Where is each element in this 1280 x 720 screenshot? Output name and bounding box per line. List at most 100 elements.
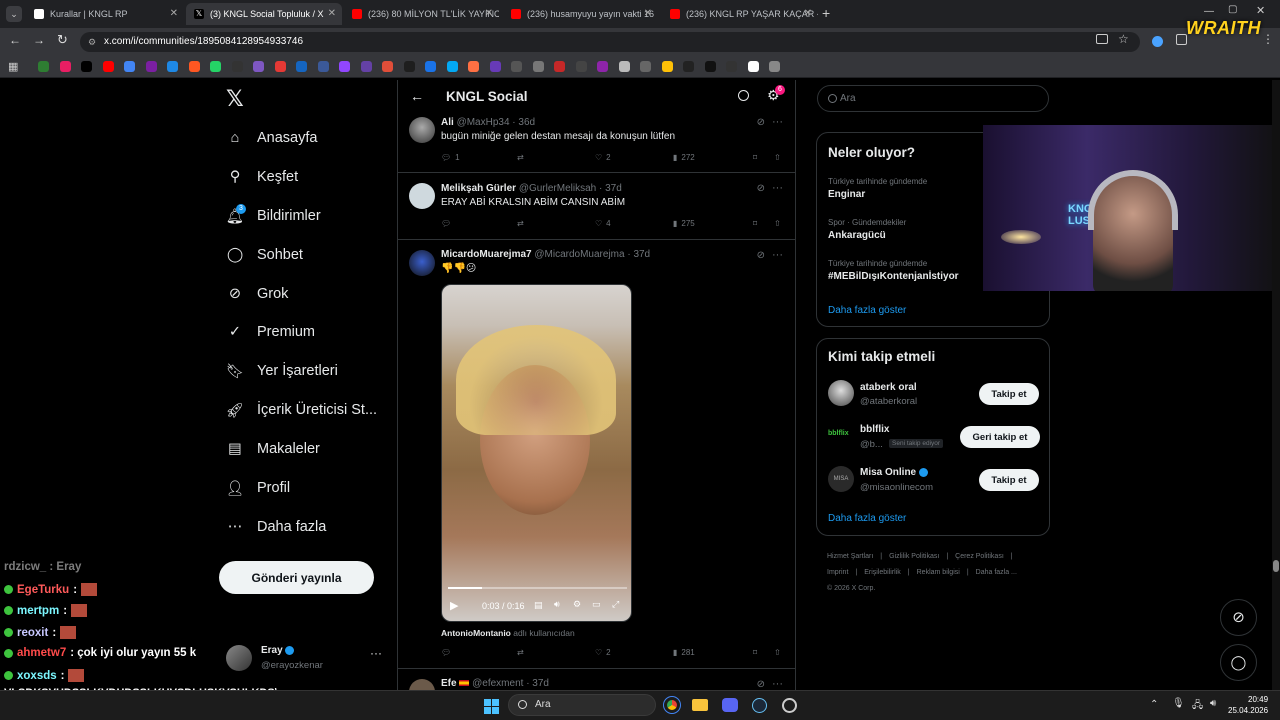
- trend-item[interactable]: Spor · Gündemdekiler Ankaragücü: [828, 218, 906, 241]
- more-icon[interactable]: ···: [772, 182, 783, 194]
- messages-floating-button[interactable]: ◯: [1220, 644, 1257, 681]
- bookmark-button[interactable]: ⌑: [753, 648, 757, 657]
- bookmark-favicon-icon[interactable]: [145, 61, 157, 72]
- bookmark-favicon-icon[interactable]: [726, 61, 737, 72]
- like-button[interactable]: ♡ 2: [595, 648, 611, 657]
- apps-icon[interactable]: ▦: [8, 60, 18, 73]
- footer-link[interactable]: Gizlilik Politikası: [889, 553, 939, 560]
- bookmark-favicon-icon[interactable]: [511, 61, 522, 72]
- bookmark-favicon-icon[interactable]: [554, 61, 565, 72]
- post[interactable]: Ali @MaxHp34 · 36d ⊘ ··· bugün miniğe ge…: [398, 108, 795, 173]
- close-icon[interactable]: ✕: [170, 8, 178, 19]
- windows-start-icon[interactable]: [484, 699, 499, 714]
- bookmark-favicon-icon[interactable]: [747, 61, 759, 72]
- browser-tab-active[interactable]: 𝕏 (3) KNGL Social Topluluk / X ✕: [186, 3, 342, 25]
- bookmark-favicon-icon[interactable]: [124, 61, 135, 72]
- nav-item-bell[interactable]: 🔔︎ 3 Bildirimler: [226, 202, 321, 230]
- bookmark-favicon-icon[interactable]: [360, 61, 372, 72]
- footer-link[interactable]: © 2026 X Corp.: [827, 585, 875, 592]
- volume-icon[interactable]: 🔊︎: [1210, 698, 1216, 709]
- nav-item-bookmark[interactable]: 🔖︎ Yer İşaretleri: [226, 357, 338, 385]
- more-icon[interactable]: ···: [772, 249, 783, 261]
- grok-icon[interactable]: ⊘: [757, 117, 765, 128]
- close-icon[interactable]: ✕: [328, 8, 336, 19]
- file-explorer-icon[interactable]: [692, 699, 708, 711]
- grok-floating-button[interactable]: ⊘: [1220, 599, 1257, 636]
- like-button[interactable]: ♡ 4: [595, 219, 611, 228]
- video-progress-track[interactable]: [448, 587, 627, 589]
- bookmark-favicon-icon[interactable]: [231, 61, 243, 72]
- footer-link[interactable]: Daha fazla ...: [976, 569, 1017, 576]
- reply-button[interactable]: 💬︎ 1: [441, 153, 460, 162]
- footer-link[interactable]: Erişilebilirlik: [864, 569, 901, 576]
- bookmark-favicon-icon[interactable]: [59, 61, 71, 72]
- search-input[interactable]: Ara: [817, 85, 1049, 112]
- bookmark-favicon-icon[interactable]: [661, 61, 673, 72]
- pip-icon[interactable]: ▭: [592, 599, 601, 610]
- chrome-icon[interactable]: [663, 696, 681, 714]
- url-input[interactable]: ⚙ x.com/i/communities/189508412895493374…: [80, 32, 1140, 52]
- bookmark-favicon-icon[interactable]: [188, 61, 200, 72]
- close-window-icon[interactable]: ✕: [1256, 4, 1265, 17]
- share-icon[interactable]: ⇧: [774, 219, 781, 228]
- bookmark-favicon-icon[interactable]: [683, 61, 694, 72]
- steam-icon[interactable]: [752, 698, 767, 713]
- bookmark-favicon-icon[interactable]: [425, 61, 436, 72]
- nav-item-search[interactable]: ⚲ Keşfet: [226, 163, 298, 191]
- page-scrollbar[interactable]: [1272, 80, 1280, 690]
- fullscreen-icon[interactable]: ⤢: [612, 599, 619, 610]
- follow-suggestion[interactable]: MISA Misa Online @misaonlinecom Takip et: [828, 466, 1043, 496]
- bookmark-favicon-icon[interactable]: [167, 61, 178, 72]
- app-icon[interactable]: [782, 698, 797, 713]
- play-icon[interactable]: ▶: [450, 599, 458, 612]
- more-icon[interactable]: ···: [772, 116, 783, 128]
- nav-item-rocket[interactable]: 🚀︎ İçerik Üreticisi St...: [226, 396, 377, 424]
- bookmark-favicon-icon[interactable]: [597, 61, 608, 72]
- trends-show-more[interactable]: Daha fazla göster: [828, 305, 906, 316]
- browser-tab[interactable]: (236) KNGL RP YAŞAR KAÇAR - ✕: [662, 3, 818, 25]
- x-logo-icon[interactable]: 𝕏: [226, 86, 244, 112]
- bookmark-favicon-icon[interactable]: [532, 61, 544, 72]
- grok-icon[interactable]: ⊘: [757, 183, 765, 194]
- trend-item[interactable]: Türkiye tarihinde gündemde #MEBilDışıKont…: [828, 259, 959, 282]
- nav-item-home[interactable]: ⌂ Anasayfa: [226, 124, 318, 152]
- bookmark-favicon-icon[interactable]: [102, 61, 114, 72]
- post[interactable]: MicardoMuarejma7 @MicardoMuarejma · 37d …: [398, 241, 795, 669]
- tab-list-icon[interactable]: ⌄: [6, 6, 22, 22]
- views-button[interactable]: ▮ 272: [673, 153, 695, 162]
- browser-tab[interactable]: (236) 80 MİLYON TL'LİK YAYINC ✕: [344, 3, 499, 25]
- bookmark-favicon-icon[interactable]: [38, 61, 49, 72]
- bookmark-favicon-icon[interactable]: [210, 61, 221, 72]
- back-icon[interactable]: ←: [9, 33, 21, 47]
- taskbar-search[interactable]: Ara: [508, 694, 656, 716]
- footer-link[interactable]: Reklam bilgisi: [917, 569, 960, 576]
- repost-button[interactable]: ⇄: [517, 219, 524, 228]
- browser-tab[interactable]: (236) husamyuyu yayın vakti 16 ✕: [503, 3, 658, 25]
- menu-dots-icon[interactable]: ⋮: [1262, 32, 1274, 46]
- forward-icon[interactable]: →: [33, 33, 45, 47]
- back-arrow-icon[interactable]: ←: [410, 88, 424, 104]
- video-source-user[interactable]: AntonioMontanio: [441, 628, 511, 638]
- views-button[interactable]: ▮ 275: [673, 219, 695, 228]
- footer-link[interactable]: Çerez Politikası: [955, 553, 1004, 560]
- reply-button[interactable]: 💬︎: [441, 648, 451, 657]
- follow-back-button[interactable]: Geri takip et: [960, 426, 1040, 448]
- post[interactable]: Efe @efexment · 37d ⊘ ···: [398, 670, 795, 690]
- maximize-icon[interactable]: ▢: [1228, 4, 1237, 15]
- nav-item-premium[interactable]: ✓ Premium: [226, 318, 315, 346]
- post[interactable]: Melikşah Gürler @GurlerMeliksah · 37d ⊘ …: [398, 174, 795, 240]
- mic-icon[interactable]: 🎙︎: [1172, 698, 1185, 709]
- follow-button[interactable]: Takip et: [979, 469, 1039, 491]
- close-icon[interactable]: ✕: [485, 8, 493, 19]
- bookmark-favicon-icon[interactable]: [81, 61, 92, 72]
- bookmark-favicon-icon[interactable]: [317, 61, 329, 72]
- more-icon[interactable]: ···: [370, 646, 382, 660]
- bookmark-favicon-icon[interactable]: [618, 61, 630, 72]
- nav-item-chat[interactable]: ◯ Sohbet: [226, 241, 303, 269]
- repost-button[interactable]: ⇄: [517, 648, 524, 657]
- more-icon[interactable]: ···: [772, 678, 783, 690]
- bookmark-favicon-icon[interactable]: [382, 61, 393, 72]
- views-button[interactable]: ▮ 281: [673, 648, 695, 657]
- bookmark-favicon-icon[interactable]: [446, 61, 458, 72]
- share-icon[interactable]: ⇧: [774, 648, 781, 657]
